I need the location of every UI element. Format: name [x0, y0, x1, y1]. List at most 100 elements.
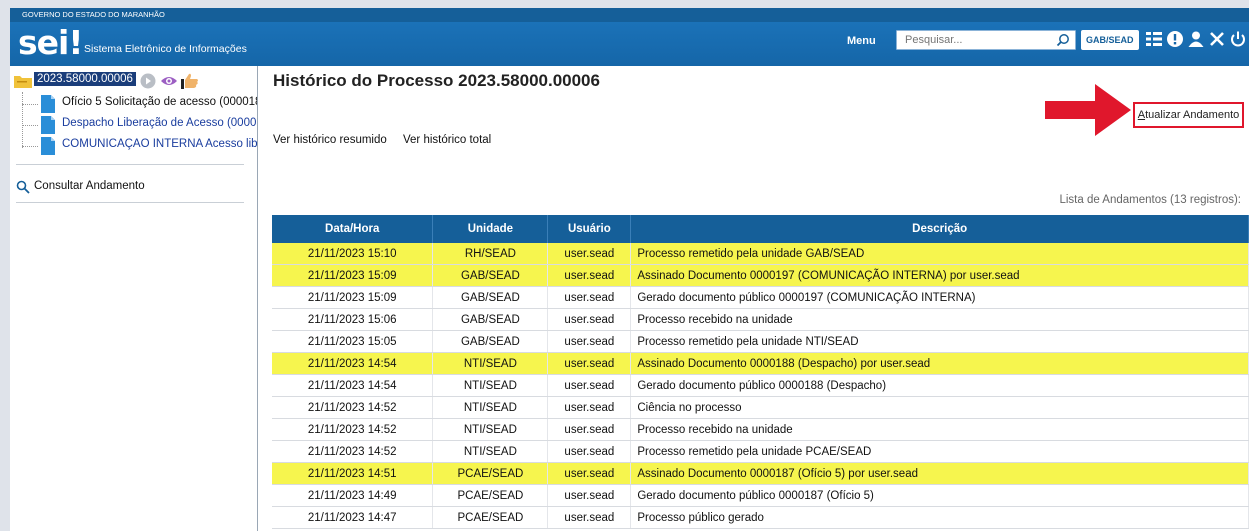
cell-user[interactable]: user.sead	[547, 308, 632, 331]
cell-datetime: 21/11/2023 14:51	[272, 462, 434, 485]
government-banner: GOVERNO DO ESTADO DO MARANHÃO	[10, 8, 1249, 22]
alert-icon[interactable]	[1166, 30, 1184, 48]
tree-document-label: COMUNICAÇÃO INTERNA Acesso liberado (000…	[62, 138, 257, 150]
column-header-unit: Unidade	[432, 215, 549, 243]
cell-description: Assinado Documento 0000197 (COMUNICAÇÃO …	[630, 264, 1249, 287]
cell-datetime: 21/11/2023 14:47	[272, 506, 434, 529]
cell-user[interactable]: user.sead	[547, 506, 632, 529]
hand-icon[interactable]	[180, 72, 200, 90]
table-row: 21/11/2023 15:09 GAB/SEAD user.sead Gerado …	[272, 286, 1249, 309]
table-caption: Lista de Andamentos (13 registros):	[1059, 194, 1241, 206]
cell-unit[interactable]: NTI/SEAD	[432, 352, 549, 375]
cell-datetime: 21/11/2023 15:10	[272, 243, 434, 265]
column-header-datetime: Data/Hora	[272, 215, 434, 243]
cell-user[interactable]: user.sead	[547, 440, 632, 463]
column-header-description: Descrição	[630, 215, 1249, 243]
cell-datetime: 21/11/2023 15:09	[272, 264, 434, 287]
eye-icon[interactable]	[160, 73, 178, 89]
cell-unit[interactable]: NTI/SEAD	[432, 374, 549, 397]
ver-historico-resumido-link[interactable]: Ver histórico resumido	[273, 134, 387, 146]
cell-user[interactable]: user.sead	[547, 243, 632, 265]
atualizar-label: tualizar Andamento	[1145, 109, 1240, 121]
table-row: 21/11/2023 15:06 GAB/SEAD user.sead Process…	[272, 308, 1249, 331]
ver-historico-total-link[interactable]: Ver histórico total	[403, 134, 491, 146]
search-icon[interactable]	[1056, 33, 1070, 47]
cell-description: Gerado documento público 0000188 (Despac…	[630, 374, 1249, 397]
cell-datetime: 21/11/2023 14:52	[272, 396, 434, 419]
cell-description: Processo público gerado	[630, 506, 1249, 529]
divider	[16, 202, 244, 203]
logo-dot: !	[68, 23, 83, 62]
tree-connector	[22, 104, 38, 105]
process-number[interactable]: 2023.58000.00006	[34, 72, 136, 86]
table-row: 21/11/2023 14:51 PCAE/SEAD user.sead Assina…	[272, 462, 1249, 485]
cell-user[interactable]: user.sead	[547, 264, 632, 287]
cell-user[interactable]: user.sead	[547, 462, 632, 485]
cell-datetime: 21/11/2023 14:52	[272, 440, 434, 463]
cell-user[interactable]: user.sead	[547, 418, 632, 441]
table-row: 21/11/2023 15:09 GAB/SEAD user.sead Assinad…	[272, 264, 1249, 287]
cell-user[interactable]: user.sead	[547, 330, 632, 353]
table-row: 21/11/2023 14:47 PCAE/SEAD user.sead Proces…	[272, 506, 1249, 529]
cell-unit[interactable]: GAB/SEAD	[432, 286, 549, 309]
cell-unit[interactable]: NTI/SEAD	[432, 440, 549, 463]
document-icon	[41, 95, 55, 113]
cell-unit[interactable]: PCAE/SEAD	[432, 506, 549, 529]
tree-connector	[22, 146, 38, 147]
unit-selector-button[interactable]: GAB/SEAD	[1081, 30, 1139, 50]
table-header-row: Data/Hora Unidade Usuário Descrição	[272, 215, 1249, 243]
app-window: GOVERNO DO ESTADO DO MARANHÃO sei! Siste…	[10, 8, 1249, 531]
cell-description: Processo remetido pela unidade GAB/SEAD	[630, 243, 1249, 265]
red-arrow-annotation	[1045, 84, 1131, 136]
cell-description: Assinado Documento 0000187 (Ofício 5) po…	[630, 462, 1249, 485]
user-icon[interactable]	[1187, 30, 1205, 48]
menu-button[interactable]: Menu	[847, 35, 876, 47]
power-icon[interactable]	[1229, 30, 1247, 48]
tools-icon[interactable]	[1208, 30, 1226, 48]
cell-datetime: 21/11/2023 14:54	[272, 374, 434, 397]
cell-unit[interactable]: GAB/SEAD	[432, 264, 549, 287]
tree-connector	[22, 92, 24, 148]
column-header-user: Usuário	[547, 215, 632, 243]
table-body: 21/11/2023 15:10 RH/SEAD user.sead Processo…	[272, 243, 1249, 529]
list-icon[interactable]	[1145, 30, 1163, 48]
andamentos-table: Data/Hora Unidade Usuário Descrição 21/1…	[272, 215, 1249, 529]
tree-document-label: Despacho Liberação de Acesso (0000188)	[62, 117, 257, 129]
cell-unit[interactable]: NTI/SEAD	[432, 396, 549, 419]
document-icon	[41, 137, 55, 155]
cell-unit[interactable]: PCAE/SEAD	[432, 462, 549, 485]
cell-description: Ciência no processo	[630, 396, 1249, 419]
table-row: 21/11/2023 14:52 NTI/SEAD user.sead Process…	[272, 440, 1249, 463]
atualizar-andamento-button[interactable]: Atualizar Andamento	[1133, 102, 1244, 128]
cell-unit[interactable]: GAB/SEAD	[432, 330, 549, 353]
table-row: 21/11/2023 14:52 NTI/SEAD user.sead Process…	[272, 418, 1249, 441]
cell-unit[interactable]: GAB/SEAD	[432, 308, 549, 331]
cell-user[interactable]: user.sead	[547, 396, 632, 419]
cell-user[interactable]: user.sead	[547, 352, 632, 375]
cell-datetime: 21/11/2023 14:49	[272, 484, 434, 507]
search-input[interactable]	[897, 31, 1063, 49]
table-row: 21/11/2023 14:54 NTI/SEAD user.sead Assinad…	[272, 352, 1249, 375]
cell-description: Gerado documento público 0000197 (COMUNI…	[630, 286, 1249, 309]
cell-unit[interactable]: PCAE/SEAD	[432, 484, 549, 507]
folder-icon	[14, 76, 32, 88]
sei-logo[interactable]: sei!	[18, 23, 83, 62]
cell-datetime: 21/11/2023 15:06	[272, 308, 434, 331]
cell-description: Processo remetido pela unidade PCAE/SEAD	[630, 440, 1249, 463]
play-circle-icon[interactable]	[140, 73, 156, 89]
cell-unit[interactable]: NTI/SEAD	[432, 418, 549, 441]
cell-description: Processo remetido pela unidade NTI/SEAD	[630, 330, 1249, 353]
cell-unit[interactable]: RH/SEAD	[432, 243, 549, 265]
table-row: 21/11/2023 14:54 NTI/SEAD user.sead Gerado …	[272, 374, 1249, 397]
page-title: Histórico do Processo 2023.58000.00006	[273, 71, 600, 90]
cell-datetime: 21/11/2023 14:52	[272, 418, 434, 441]
logo-text: sei	[18, 23, 69, 62]
cell-user[interactable]: user.sead	[547, 286, 632, 309]
cell-user[interactable]: user.sead	[547, 484, 632, 507]
cell-description: Processo recebido na unidade	[630, 308, 1249, 331]
cell-description: Gerado documento público 0000187 (Ofício…	[630, 484, 1249, 507]
atualizar-accesskey: A	[1137, 109, 1146, 121]
consultar-andamento-label: Consultar Andamento	[34, 180, 145, 192]
table-row: 21/11/2023 14:49 PCAE/SEAD user.sead Gerado…	[272, 484, 1249, 507]
cell-user[interactable]: user.sead	[547, 374, 632, 397]
